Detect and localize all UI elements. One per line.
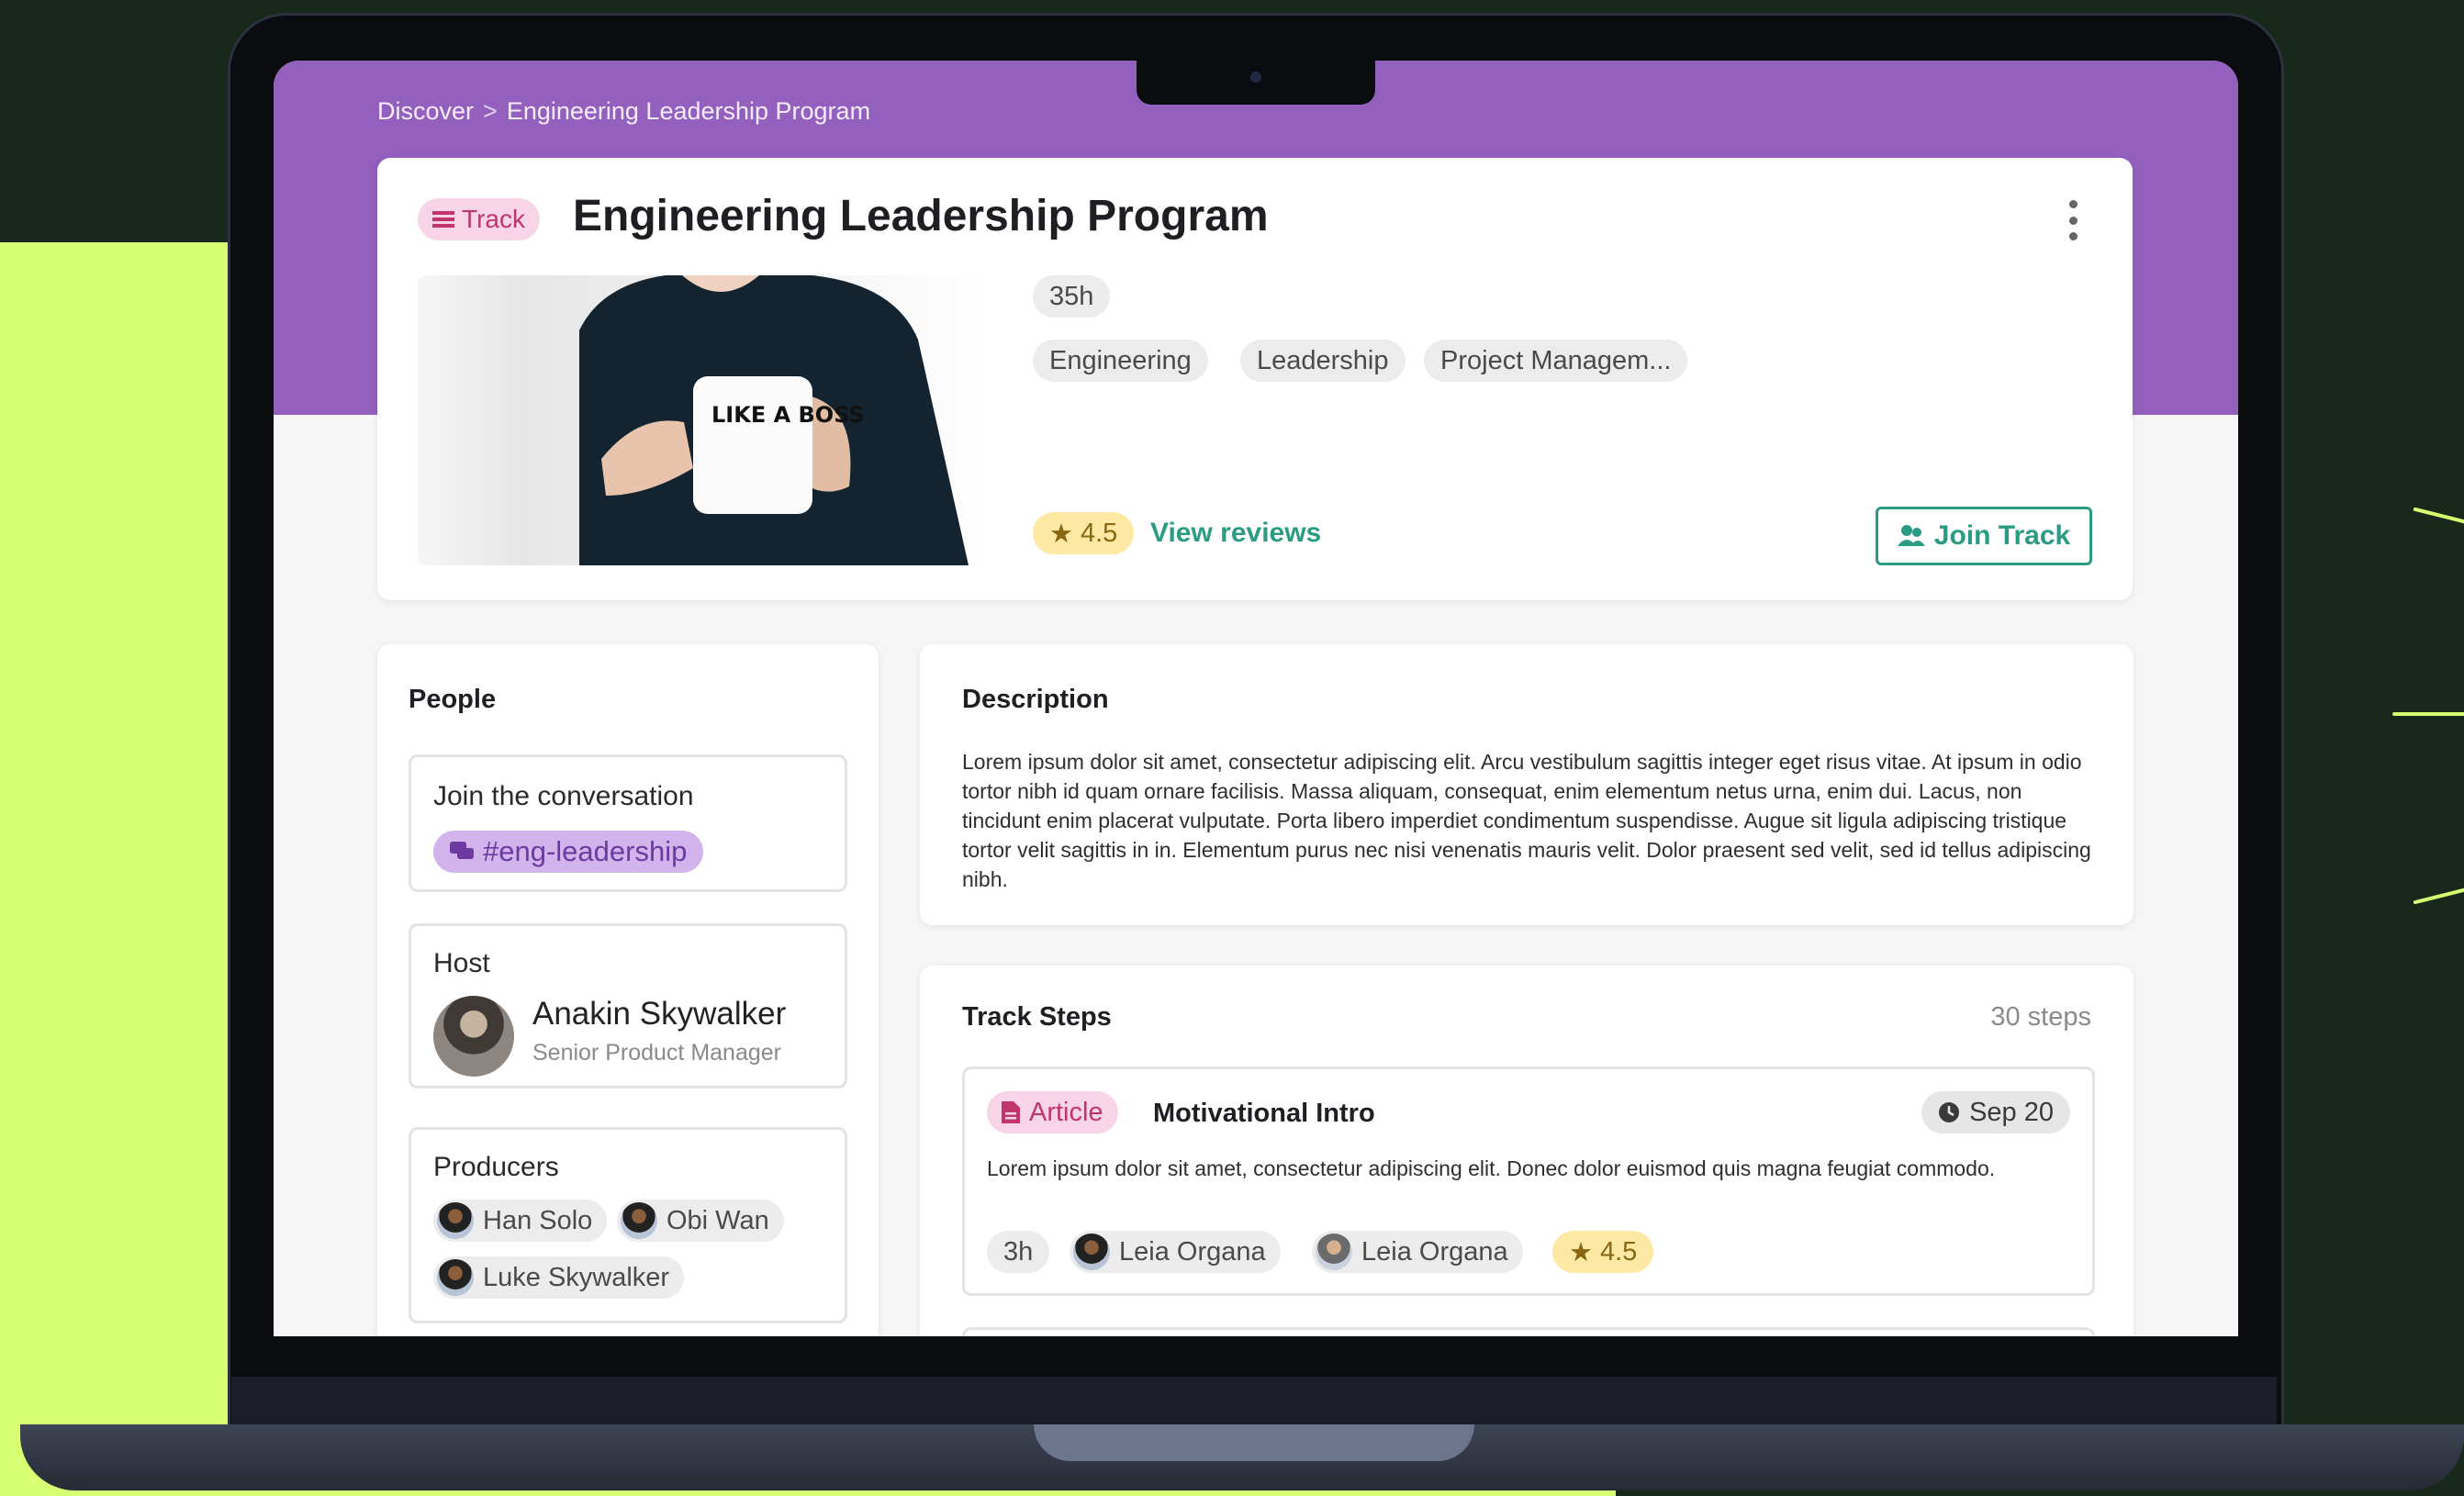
view-reviews-link[interactable]: View reviews [1150, 518, 1321, 549]
list-icon [432, 211, 454, 228]
rating-value: 4.5 [1081, 518, 1118, 548]
decorative-line [2413, 507, 2464, 525]
page-title: Engineering Leadership Program [573, 192, 1269, 240]
people-panel: People Join the conversation #eng-leader… [377, 644, 879, 1336]
join-track-button[interactable]: Join Track [1876, 507, 2092, 565]
step-description: Lorem ipsum dolor sit amet, consectetur … [987, 1156, 1996, 1180]
description-text: Lorem ipsum dolor sit amet, consectetur … [962, 750, 2091, 891]
step-date: Sep 20 [1969, 1097, 2054, 1127]
conversation-label: Join the conversation [433, 781, 694, 811]
host-role: Senior Product Manager [532, 1040, 781, 1066]
breadcrumb-separator: > [483, 97, 498, 125]
step-title: Motivational Intro [1153, 1099, 1375, 1128]
producers-card: Producers Han Solo Obi Wan Luke Skywalke… [409, 1127, 847, 1323]
breadcrumb: Discover > Engineering Leadership Program [377, 97, 870, 126]
avatar [621, 1202, 657, 1239]
track-type-badge: Track [418, 198, 540, 240]
decorative-line [2392, 712, 2464, 716]
users-plus-icon [1897, 525, 1925, 546]
steps-count: 30 steps [1990, 1002, 2091, 1032]
step-type-label: Article [1029, 1097, 1103, 1127]
step-duration-chip: 3h [987, 1231, 1050, 1273]
producer-name: Obi Wan [666, 1205, 769, 1235]
avatar[interactable] [433, 996, 514, 1077]
laptop-screen: Discover > Engineering Leadership Program … [274, 61, 2238, 1336]
step-date-chip: Sep 20 [1921, 1091, 2070, 1133]
clock-icon [1939, 1102, 1960, 1122]
producer-chip[interactable]: Luke Skywalker [433, 1256, 685, 1299]
producer-name: Luke Skywalker [483, 1262, 670, 1292]
document-icon [1002, 1101, 1020, 1123]
laptop-base-notch [1034, 1424, 1474, 1461]
host-label: Host [433, 948, 490, 978]
step-type-badge: Article [987, 1091, 1118, 1133]
avatar [1316, 1234, 1352, 1270]
kebab-menu-icon[interactable] [2066, 200, 2079, 240]
track-steps-panel: Track Steps 30 steps Article Motivationa… [920, 966, 2134, 1336]
step-rating-value: 4.5 [1600, 1236, 1638, 1267]
hero-image: LIKE A BOSS [418, 275, 992, 565]
star-icon: ★ [1569, 1237, 1593, 1267]
join-track-label: Join Track [1933, 520, 2071, 551]
mug-text: LIKE A BOSS [711, 402, 865, 428]
host-name[interactable]: Anakin Skywalker [532, 996, 786, 1033]
channel-name: #eng-leadership [483, 835, 688, 867]
author-chip[interactable]: Leia Organa [1312, 1231, 1523, 1273]
breadcrumb-current: Engineering Leadership Program [506, 97, 871, 125]
track-header-card: Track Engineering Leadership Program LIK… [377, 158, 2133, 600]
conversation-card: Join the conversation #eng-leadership [409, 754, 847, 892]
producer-chip[interactable]: Obi Wan [617, 1200, 784, 1242]
camera-notch [1137, 61, 1375, 105]
channel-link[interactable]: #eng-leadership [433, 831, 704, 873]
avatar [1073, 1234, 1110, 1270]
step-rating-badge: ★ 4.5 [1552, 1231, 1654, 1273]
breadcrumb-discover[interactable]: Discover [377, 97, 474, 125]
star-icon: ★ [1049, 519, 1073, 549]
decorative-line [2413, 887, 2464, 905]
step-item-peek [962, 1327, 2095, 1336]
description-panel: Description Lorem ipsum dolor sit amet, … [920, 644, 2134, 925]
description-title: Description [962, 685, 1109, 714]
avatar [437, 1259, 474, 1296]
avatar [437, 1202, 474, 1239]
tag-chip[interactable]: Engineering [1033, 340, 1208, 382]
author-name: Leia Organa [1361, 1236, 1508, 1267]
chat-icon [450, 842, 474, 859]
tag-chip[interactable]: Leadership [1240, 340, 1406, 382]
people-title: People [409, 685, 497, 714]
track-badge-label: Track [462, 205, 525, 233]
host-card: Host Anakin Skywalker Senior Product Man… [409, 923, 847, 1089]
track-steps-title: Track Steps [962, 1002, 1112, 1032]
producers-label: Producers [433, 1152, 559, 1182]
author-name: Leia Organa [1119, 1236, 1266, 1267]
producer-name: Han Solo [483, 1205, 593, 1235]
tag-chip[interactable]: Project Managem... [1424, 340, 1688, 382]
author-chip[interactable]: Leia Organa [1070, 1231, 1281, 1273]
step-item[interactable]: Article Motivational Intro Sep 20 Lorem … [962, 1066, 2095, 1296]
rating-badge: ★ 4.5 [1033, 512, 1135, 554]
camera-icon [1250, 72, 1261, 83]
duration-chip: 35h [1033, 275, 1111, 318]
laptop-hinge [231, 1377, 2277, 1428]
producer-chip[interactable]: Han Solo [433, 1200, 608, 1242]
